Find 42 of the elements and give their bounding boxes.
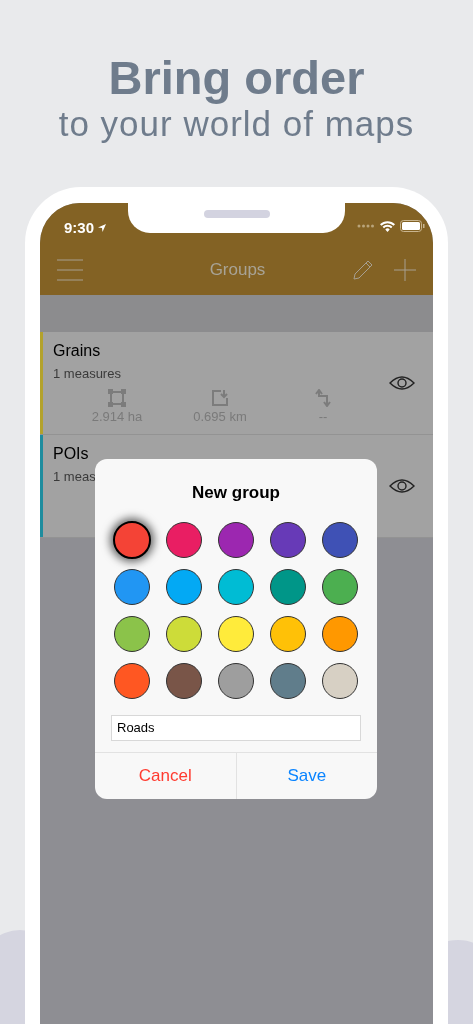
color-swatch[interactable] (270, 568, 306, 605)
color-swatch[interactable] (218, 521, 254, 558)
signal-dots-icon (357, 224, 375, 228)
color-swatch[interactable] (270, 615, 306, 652)
color-swatch[interactable] (166, 662, 202, 699)
headline: Bring order (108, 52, 365, 104)
square-arrow-icon (211, 389, 229, 407)
battery-icon (400, 220, 425, 232)
color-swatch[interactable] (322, 662, 358, 699)
measure-count: 1 meas (53, 469, 96, 485)
save-button[interactable]: Save (236, 752, 377, 799)
group-name: Grains (53, 341, 102, 361)
color-swatch[interactable] (322, 521, 358, 558)
color-swatch[interactable] (270, 662, 306, 699)
color-swatch[interactable] (166, 521, 202, 558)
color-swatch[interactable] (166, 568, 202, 605)
dialog-title: New group (192, 482, 280, 504)
square-nodes-icon (108, 389, 126, 407)
color-swatch[interactable] (270, 521, 306, 558)
color-swatch[interactable] (114, 615, 150, 652)
color-swatch[interactable] (166, 615, 202, 652)
color-swatch[interactable] (218, 568, 254, 605)
status-time: 9:30 (64, 218, 95, 238)
location-arrow-icon (97, 223, 108, 234)
color-swatch[interactable] (114, 568, 150, 605)
color-swatch[interactable] (114, 662, 150, 699)
color-swatch[interactable] (113, 520, 151, 559)
group-name: POIs (53, 444, 90, 464)
stat-value: -- (318, 409, 328, 424)
name-input-field[interactable]: Roads (111, 714, 361, 741)
eye-icon[interactable] (389, 375, 415, 391)
measure-count: 1 measures (53, 366, 121, 382)
wifi-icon (380, 220, 395, 232)
eye-icon[interactable] (389, 478, 415, 494)
speaker-pill (204, 210, 270, 218)
nav-title: Groups (209, 259, 266, 282)
bent-arrows-icon (315, 389, 331, 407)
color-swatch[interactable] (218, 615, 254, 652)
subheadline: to your world of maps (58, 104, 415, 144)
color-swatch[interactable] (218, 662, 254, 699)
color-swatch[interactable] (322, 568, 358, 605)
color-swatch[interactable] (322, 615, 358, 652)
